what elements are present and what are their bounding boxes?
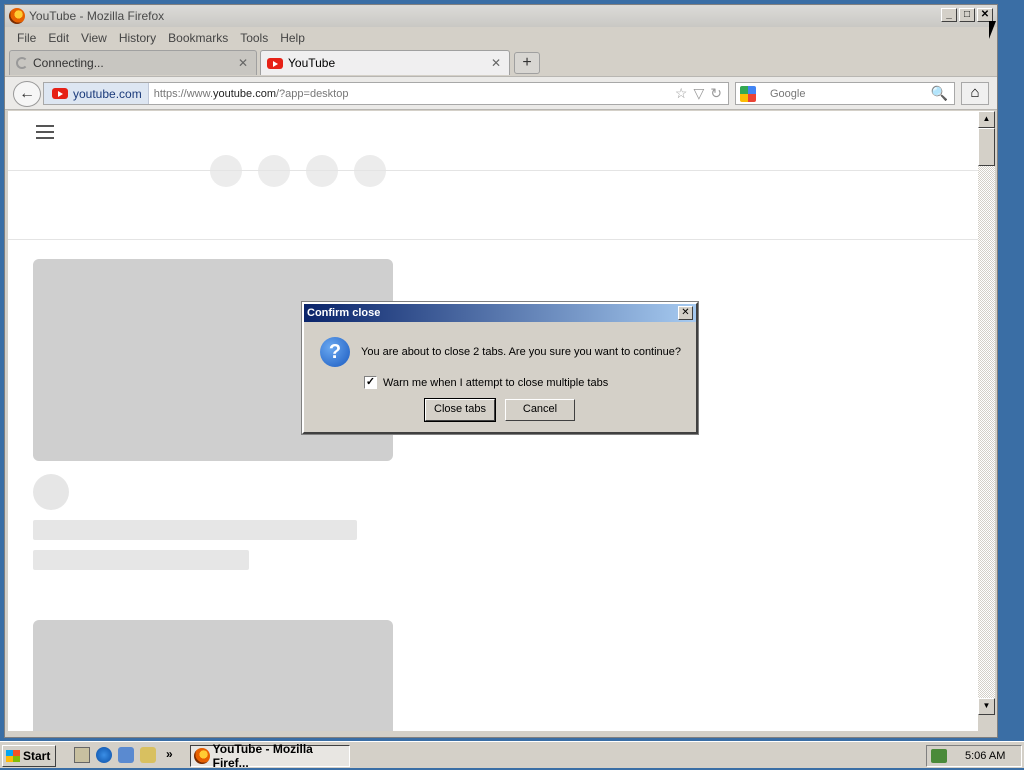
tab-close-icon[interactable]: ✕ [491,56,501,70]
taskbar-firefox-button[interactable]: YouTube - Mozilla Firef... [190,742,350,770]
bookmark-star-icon[interactable]: ☆ [675,85,688,102]
search-quicklaunch-icon[interactable] [140,747,156,763]
placeholder-chip [354,155,386,187]
system-tray: 5:06 AM [926,745,1022,767]
url-bar[interactable]: youtube.com https://www.youtube.com/?app… [43,82,729,105]
internet-explorer-icon[interactable] [96,747,112,763]
firefox-logo-icon [9,8,25,24]
vertical-scrollbar[interactable]: ▲ ▼ [978,111,995,715]
divider [8,170,978,171]
video-thumbnail-placeholder [33,620,393,731]
navigation-toolbar: ← youtube.com https://www.youtube.com/?a… [5,76,997,110]
menu-help[interactable]: Help [274,31,311,45]
tab-label: Connecting... [33,56,104,70]
url-bar-icons: ☆ ▽ ↻ [675,85,722,102]
minimize-button[interactable]: _ [941,8,957,22]
close-tabs-button[interactable]: Close tabs [425,399,495,421]
window-controls: _ □ ✕ [941,8,993,22]
menu-view[interactable]: View [75,31,113,45]
tab-youtube[interactable]: YouTube ✕ [260,50,510,75]
url-domain: youtube.com [213,87,276,100]
search-go-icon[interactable]: 🔍 [931,85,948,102]
confirm-close-dialog: Confirm close ✕ ? You are about to close… [302,302,698,434]
window-title: YouTube - Mozilla Firefox [29,9,165,23]
menu-bar: File Edit View History Bookmarks Tools H… [5,29,311,47]
new-tab-button[interactable]: + [514,52,540,74]
placeholder-chip [258,155,290,187]
youtube-favicon-icon [267,57,283,69]
maximize-button[interactable]: □ [959,8,975,22]
dialog-title[interactable]: Confirm close [304,304,696,322]
dialog-message: You are about to close 2 tabs. Are you s… [361,346,682,358]
google-search-engine-icon[interactable] [740,85,756,102]
tab-strip: Connecting... ✕ YouTube ✕ + [9,50,989,76]
search-placeholder: Google [770,87,806,100]
site-identity-button[interactable]: youtube.com [44,83,149,104]
loading-spinner-icon [16,57,28,69]
youtube-favicon-icon [52,88,68,99]
reload-icon[interactable]: ↻ [710,85,722,102]
start-label: Start [23,749,51,763]
mouse-cursor-icon [989,21,996,39]
tab-connecting[interactable]: Connecting... ✕ [9,50,257,75]
scroll-down-button[interactable]: ▼ [978,698,995,715]
menu-tools[interactable]: Tools [234,31,274,45]
placeholder-chip [210,155,242,187]
url-prefix: https://www. [153,87,214,100]
url-dropdown-icon[interactable]: ▽ [693,85,704,102]
firefox-logo-icon [194,748,210,764]
placeholder-chip [306,155,338,187]
search-bar[interactable]: Google 🔍 [735,82,955,105]
back-button[interactable]: ← [13,81,41,107]
warn-checkbox-label[interactable]: Warn me when I attempt to close multiple… [383,377,608,389]
tab-close-icon[interactable]: ✕ [238,56,248,70]
hamburger-menu-icon[interactable] [36,125,54,143]
title-bar[interactable]: YouTube - Mozilla Firefox _ □ ✕ [5,5,997,27]
avatar-placeholder [33,474,69,510]
show-desktop-icon[interactable] [74,747,90,763]
outlook-express-icon[interactable] [118,747,134,763]
scroll-up-button[interactable]: ▲ [978,111,995,128]
warn-checkbox[interactable]: ✓ [364,376,377,389]
home-button[interactable]: ⌂ [961,82,989,105]
meta-line-placeholder [33,550,249,570]
clock[interactable]: 5:06 AM [965,750,1005,762]
site-identity-label: youtube.com [73,86,142,101]
warn-checkbox-row[interactable]: ✓ Warn me when I attempt to close multip… [364,376,608,389]
start-button[interactable]: Start [2,745,56,767]
scroll-thumb[interactable] [978,128,995,166]
menu-history[interactable]: History [113,31,162,45]
menu-edit[interactable]: Edit [42,31,75,45]
dialog-close-button[interactable]: ✕ [678,306,693,320]
cancel-button[interactable]: Cancel [505,399,575,421]
taskbar: Start » YouTube - Mozilla Firef... 5:06 … [0,741,1024,770]
windows-logo-icon [6,750,20,762]
menu-bookmarks[interactable]: Bookmarks [162,31,234,45]
title-line-placeholder [33,520,357,540]
close-window-button[interactable]: ✕ [977,8,993,22]
question-icon: ? [320,337,350,367]
url-rest: /?app=desktop [276,87,349,100]
network-tray-icon[interactable] [931,749,947,763]
menu-file[interactable]: File [11,31,42,45]
taskbar-firefox-label: YouTube - Mozilla Firef... [212,742,313,770]
quicklaunch-more-icon[interactable]: » [166,747,182,763]
divider [8,239,978,240]
tab-label: YouTube [288,56,336,70]
url-text: https://www.youtube.com/?app=desktop [154,88,349,100]
